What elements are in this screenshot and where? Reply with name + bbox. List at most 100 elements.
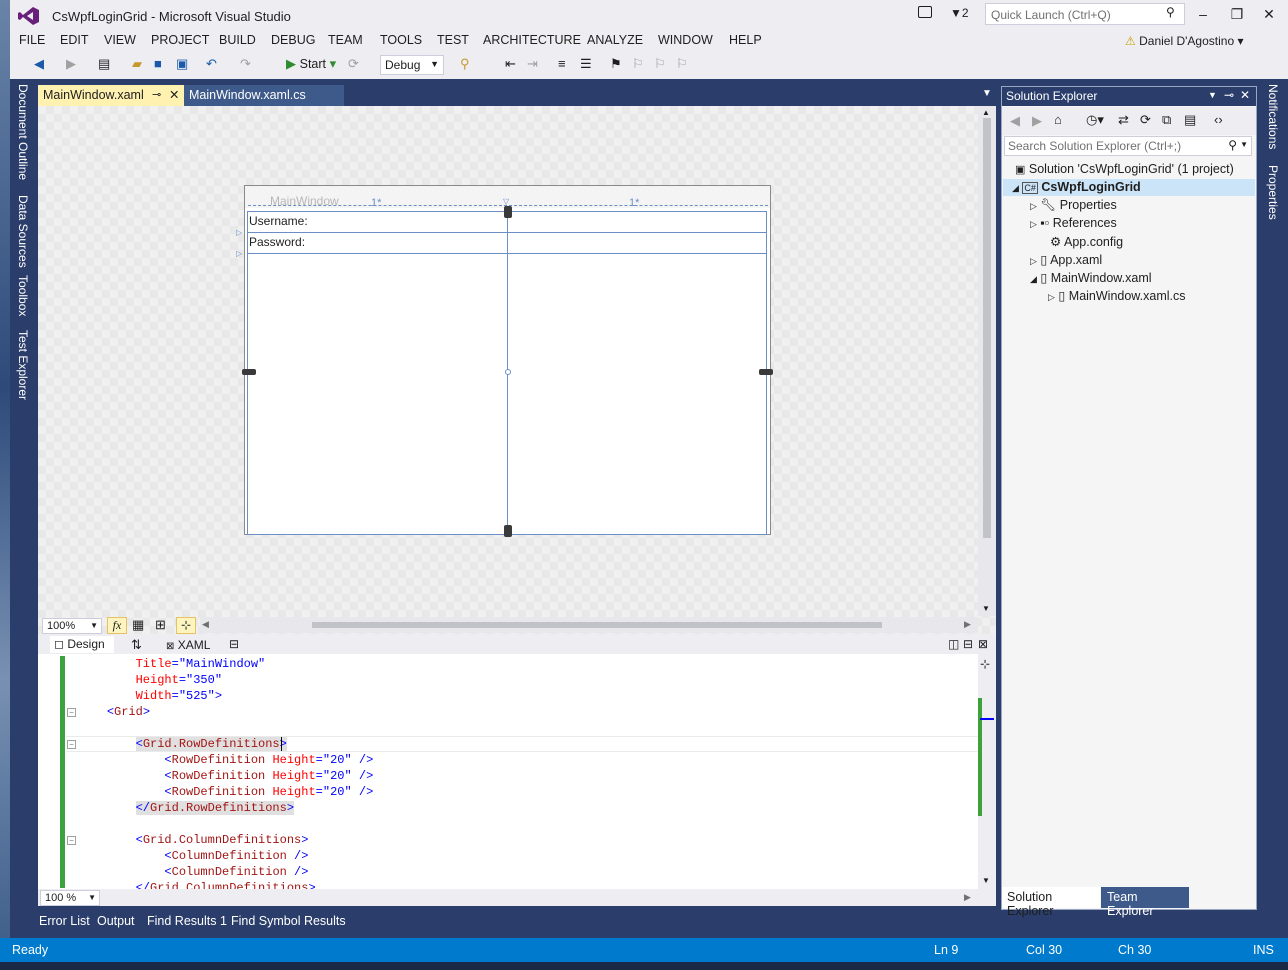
tab-error-list[interactable]: Error List — [39, 914, 90, 928]
scroll-thumb[interactable] — [312, 622, 882, 628]
tab-design[interactable]: ◻ Design — [50, 636, 114, 653]
split-editor-icon[interactable]: ⊹ — [980, 657, 990, 671]
expand-pane-icon[interactable]: ⊠ — [978, 637, 988, 651]
tree-item-app-config[interactable]: ⚙︎ App.config — [1050, 234, 1123, 249]
username-label[interactable]: Username: — [249, 214, 308, 228]
code-line[interactable]: Title="MainWindow" — [78, 656, 266, 672]
next-bookmark-icon[interactable]: ⚐ — [654, 56, 666, 74]
code-line[interactable]: <Grid.RowDefinitions> — [78, 736, 287, 752]
tab-overflow-icon[interactable]: ▼ — [982, 88, 992, 99]
menu-view[interactable]: VIEW — [104, 33, 136, 47]
chevron-down-icon[interactable]: ▼ — [1208, 90, 1217, 100]
menu-project[interactable]: PROJECT — [151, 33, 209, 47]
scroll-thumb[interactable] — [983, 118, 991, 538]
menu-tools[interactable]: TOOLS — [380, 33, 422, 47]
tab-output[interactable]: Output — [97, 914, 135, 928]
column-size-1[interactable]: 1* — [371, 197, 381, 209]
show-grid-icon[interactable]: ▦ — [132, 617, 144, 633]
tab-solution-explorer[interactable]: Solution Explorer — [1002, 887, 1100, 918]
tab-test-explorer[interactable]: Test Explorer — [16, 330, 30, 400]
resize-handle-left[interactable] — [242, 369, 256, 375]
tree-item-app-xaml[interactable]: ▷ ▯ App.xaml — [1030, 252, 1102, 267]
code-line[interactable]: <RowDefinition Height="20" /> — [78, 752, 373, 768]
tab-toolbox[interactable]: Toolbox — [16, 275, 30, 316]
start-button[interactable]: ▶ Start ▾ — [286, 56, 336, 74]
close-icon[interactable]: ✕ — [169, 87, 179, 102]
row-marker-icon[interactable]: ▷ — [236, 249, 242, 258]
quick-launch-input[interactable]: Quick Launch (Ctrl+Q) — [985, 3, 1185, 25]
fold-toggle-icon[interactable]: − — [67, 836, 76, 845]
swap-panes-icon[interactable]: ⇅ — [131, 637, 142, 653]
solution-configuration-select[interactable]: Debug ▼ — [380, 55, 444, 75]
menu-team[interactable]: TEAM — [328, 33, 363, 47]
center-handle[interactable] — [505, 369, 511, 375]
code-line[interactable]: <Grid> — [78, 704, 150, 720]
code-line[interactable]: <RowDefinition Height="20" /> — [78, 784, 373, 800]
pin-icon[interactable]: ⊸ — [1224, 88, 1234, 102]
forward-icon[interactable]: ▶ — [1032, 113, 1042, 129]
resize-handle-top[interactable] — [504, 206, 512, 218]
code-line[interactable]: Width="525"> — [78, 688, 222, 704]
open-file-icon[interactable]: ▰ — [132, 56, 142, 74]
tab-properties[interactable]: Properties — [1266, 165, 1280, 220]
sync-icon[interactable]: ⇄ — [1118, 112, 1129, 128]
tab-mainwindow-xaml[interactable]: MainWindow.xaml ⊸ ✕ — [38, 85, 184, 106]
comment-icon[interactable]: ≡ — [558, 56, 566, 74]
tree-item-mainwindow-xaml-cs[interactable]: ▷ ▯ MainWindow.xaml.cs — [1048, 288, 1185, 303]
save-icon[interactable]: ■ — [154, 56, 162, 74]
code-line[interactable]: <RowDefinition Height="20" /> — [78, 768, 373, 784]
resize-handle-bottom[interactable] — [504, 525, 512, 537]
scroll-left-icon[interactable]: ◀ — [202, 619, 209, 630]
notifications-filter[interactable]: ▼2 — [950, 6, 969, 20]
code-line[interactable]: </Grid.RowDefinitions> — [78, 800, 295, 816]
editor-zoom-select[interactable]: 100 % ▼ — [40, 890, 100, 906]
horizontal-split-icon[interactable]: ⊟ — [963, 637, 973, 651]
view-code-icon[interactable]: ‹› — [1214, 112, 1223, 127]
feedback-icon[interactable] — [918, 6, 932, 18]
code-horizontal-scrollbar[interactable] — [38, 889, 996, 906]
menu-analyze[interactable]: ANALYZE — [587, 33, 643, 47]
clear-bookmarks-icon[interactable]: ⚐ — [676, 56, 688, 74]
tree-item-references[interactable]: ▷ ▪▫ References — [1030, 216, 1117, 230]
scroll-right-icon[interactable]: ▶ — [964, 892, 971, 903]
scroll-down-icon[interactable]: ▼ — [982, 876, 990, 885]
fold-toggle-icon[interactable]: − — [67, 740, 76, 749]
row-marker-icon[interactable]: ▷ — [236, 228, 242, 237]
new-project-icon[interactable]: ▤ — [98, 56, 110, 74]
home-icon[interactable]: ⌂ — [1054, 112, 1062, 127]
code-line[interactable]: <ColumnDefinition /> — [78, 864, 308, 880]
user-account[interactable]: ⚠ Daniel D'Agostino ▾ — [1125, 34, 1244, 48]
menu-architecture[interactable]: ARCHITECTURE — [483, 33, 581, 47]
find-icon[interactable]: ⚲ — [460, 56, 470, 74]
close-button[interactable]: ✕ — [1258, 6, 1280, 24]
code-line[interactable]: <ColumnDefinition /> — [78, 848, 308, 864]
tab-find-symbol-results[interactable]: Find Symbol Results — [231, 914, 346, 928]
navigate-back-icon[interactable]: ◀ — [34, 56, 44, 74]
show-all-files-icon[interactable]: ▤ — [1184, 112, 1196, 128]
refresh-icon[interactable]: ⟳ — [348, 56, 359, 74]
menu-test[interactable]: TEST — [437, 33, 469, 47]
designer-zoom-select[interactable]: 100% ▼ — [42, 618, 102, 634]
tree-item-project[interactable]: ◢ C# CsWpfLoginGrid — [1012, 180, 1141, 194]
code-line[interactable]: Height="350" — [78, 672, 222, 688]
redo-icon[interactable]: ↷ — [240, 56, 251, 74]
menu-edit[interactable]: EDIT — [60, 33, 88, 47]
navigate-forward-icon[interactable]: ▶ — [66, 56, 76, 74]
scroll-up-icon[interactable]: ▲ — [982, 108, 990, 117]
menu-debug[interactable]: DEBUG — [271, 33, 315, 47]
bookmark-icon[interactable]: ⚑ — [610, 56, 622, 74]
column-size-2[interactable]: 1* — [629, 197, 639, 209]
tab-find-results-1[interactable]: Find Results 1 — [147, 914, 227, 928]
menu-help[interactable]: HELP — [729, 33, 762, 47]
column-marker-icon[interactable]: ▽ — [503, 197, 509, 206]
password-label[interactable]: Password: — [249, 235, 305, 249]
uncomment-icon[interactable]: ☰ — [580, 56, 592, 74]
menu-build[interactable]: BUILD — [219, 33, 256, 47]
tree-item-solution[interactable]: ▣ Solution 'CsWpfLoginGrid' (1 project) — [1015, 162, 1234, 176]
tab-data-sources[interactable]: Data Sources — [16, 195, 30, 268]
vertical-split-icon[interactable]: ◫ — [948, 637, 959, 651]
undo-icon[interactable]: ↶ — [206, 56, 217, 74]
tab-team-explorer[interactable]: Team Explorer — [1101, 887, 1189, 918]
scroll-right-icon[interactable]: ▶ — [964, 619, 971, 630]
menu-window[interactable]: WINDOW — [658, 33, 713, 47]
